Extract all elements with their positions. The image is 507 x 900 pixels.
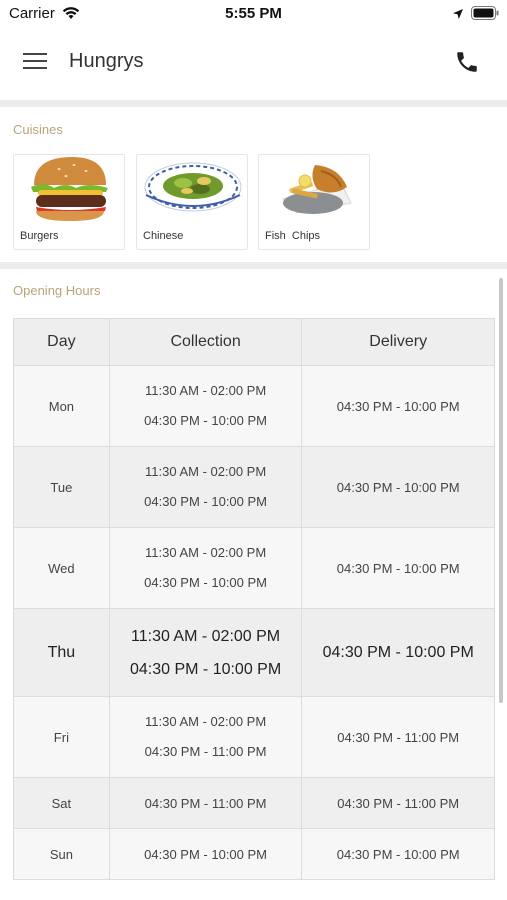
collection-hours: 11:30 AM - 02:00 PM <box>131 627 281 645</box>
collection-cell: 11:30 AM - 02:00 PM 04:30 PM - 10:00 PM <box>108 365 303 447</box>
cuisines-section-title: Cuisines <box>13 122 63 137</box>
column-header-collection: Collection <box>108 318 303 366</box>
vertical-scrollbar[interactable] <box>499 278 503 703</box>
collection-hours: 04:30 PM - 10:00 PM <box>144 575 267 590</box>
cuisine-label: Fish Chips <box>265 230 321 242</box>
location-arrow-icon <box>452 7 464 25</box>
cuisine-card-chinese[interactable]: Chinese <box>136 154 248 250</box>
cuisine-label: Burgers <box>20 230 59 242</box>
table-row-sun: Sun 04:30 PM - 10:00 PM 04:30 PM - 10:00… <box>13 828 495 880</box>
column-header-delivery: Delivery <box>301 318 495 366</box>
cuisine-card-fish-chips[interactable]: Fish Chips <box>258 154 370 250</box>
hamburger-menu-icon[interactable] <box>23 51 47 71</box>
day-cell: Wed <box>13 527 110 609</box>
collection-cell: 11:30 AM - 02:00 PM 04:30 PM - 10:00 PM <box>108 446 303 528</box>
cuisine-card-burgers[interactable]: Burgers <box>13 154 125 250</box>
delivery-cell: 04:30 PM - 10:00 PM <box>301 446 495 528</box>
table-row-fri: Fri 11:30 AM - 02:00 PM 04:30 PM - 11:00… <box>13 696 495 778</box>
delivery-cell: 04:30 PM - 10:00 PM <box>301 828 495 880</box>
opening-hours-section-title: Opening Hours <box>13 283 101 298</box>
fish-chips-image <box>282 165 352 214</box>
day-cell: Sun <box>13 828 110 880</box>
collection-hours: 11:30 AM - 02:00 PM <box>145 464 267 479</box>
status-bar: Carrier 5:55 PM <box>0 0 507 30</box>
collection-hours: 04:30 PM - 10:00 PM <box>144 413 267 428</box>
collection-cell: 11:30 AM - 02:00 PM 04:30 PM - 11:00 PM <box>108 696 303 778</box>
table-row-sat: Sat 04:30 PM - 11:00 PM 04:30 PM - 11:00… <box>13 777 495 829</box>
navigation-bar: Hungrys <box>0 30 507 100</box>
delivery-cell: 04:30 PM - 10:00 PM <box>301 365 495 447</box>
collection-hours: 11:30 AM - 02:00 PM <box>145 383 267 398</box>
cuisine-label: Chinese <box>143 230 184 242</box>
battery-icon <box>471 6 499 25</box>
collection-hours: 11:30 AM - 02:00 PM <box>145 545 267 560</box>
delivery-cell: 04:30 PM - 11:00 PM <box>301 777 495 829</box>
collection-hours: 04:30 PM - 11:00 PM <box>144 744 267 759</box>
table-header-row: Day Collection Delivery <box>13 318 495 366</box>
collection-cell: 11:30 AM - 02:00 PM 04:30 PM - 10:00 PM <box>108 527 303 609</box>
phone-icon[interactable] <box>454 49 480 80</box>
table-row-tue: Tue 11:30 AM - 02:00 PM 04:30 PM - 10:00… <box>13 446 495 528</box>
delivery-cell: 04:30 PM - 10:00 PM <box>301 608 495 697</box>
collection-hours: 11:30 AM - 02:00 PM <box>145 714 267 729</box>
collection-hours: 04:30 PM - 10:00 PM <box>129 660 282 678</box>
delivery-cell: 04:30 PM - 11:00 PM <box>301 696 495 778</box>
day-cell: Tue <box>13 446 110 528</box>
delivery-cell: 04:30 PM - 10:00 PM <box>301 527 495 609</box>
day-cell: Mon <box>13 365 110 447</box>
day-cell: Sat <box>13 777 110 829</box>
collection-cell: 04:30 PM - 10:00 PM <box>108 828 303 880</box>
table-row-thu: Thu 11:30 AM - 02:00 PM 04:30 PM - 10:00… <box>13 608 495 697</box>
section-divider <box>0 100 507 107</box>
burger-image <box>31 157 108 221</box>
collection-cell: 04:30 PM - 11:00 PM <box>108 777 303 829</box>
column-header-day: Day <box>13 318 110 366</box>
table-row-mon: Mon 11:30 AM - 02:00 PM 04:30 PM - 10:00… <box>13 365 495 447</box>
table-row-wed: Wed 11:30 AM - 02:00 PM 04:30 PM - 10:00… <box>13 527 495 609</box>
collection-cell: 11:30 AM - 02:00 PM 04:30 PM - 10:00 PM <box>108 608 303 697</box>
day-cell: Thu <box>13 608 110 697</box>
app-title: Hungrys <box>69 50 144 72</box>
opening-hours-table: Day Collection Delivery Mon 11:30 AM - 0… <box>13 318 495 880</box>
day-cell: Fri <box>13 696 110 778</box>
collection-hours: 04:30 PM - 10:00 PM <box>144 494 267 509</box>
section-divider <box>0 262 507 269</box>
chinese-food-image <box>144 162 242 212</box>
clock: 5:55 PM <box>225 5 282 22</box>
